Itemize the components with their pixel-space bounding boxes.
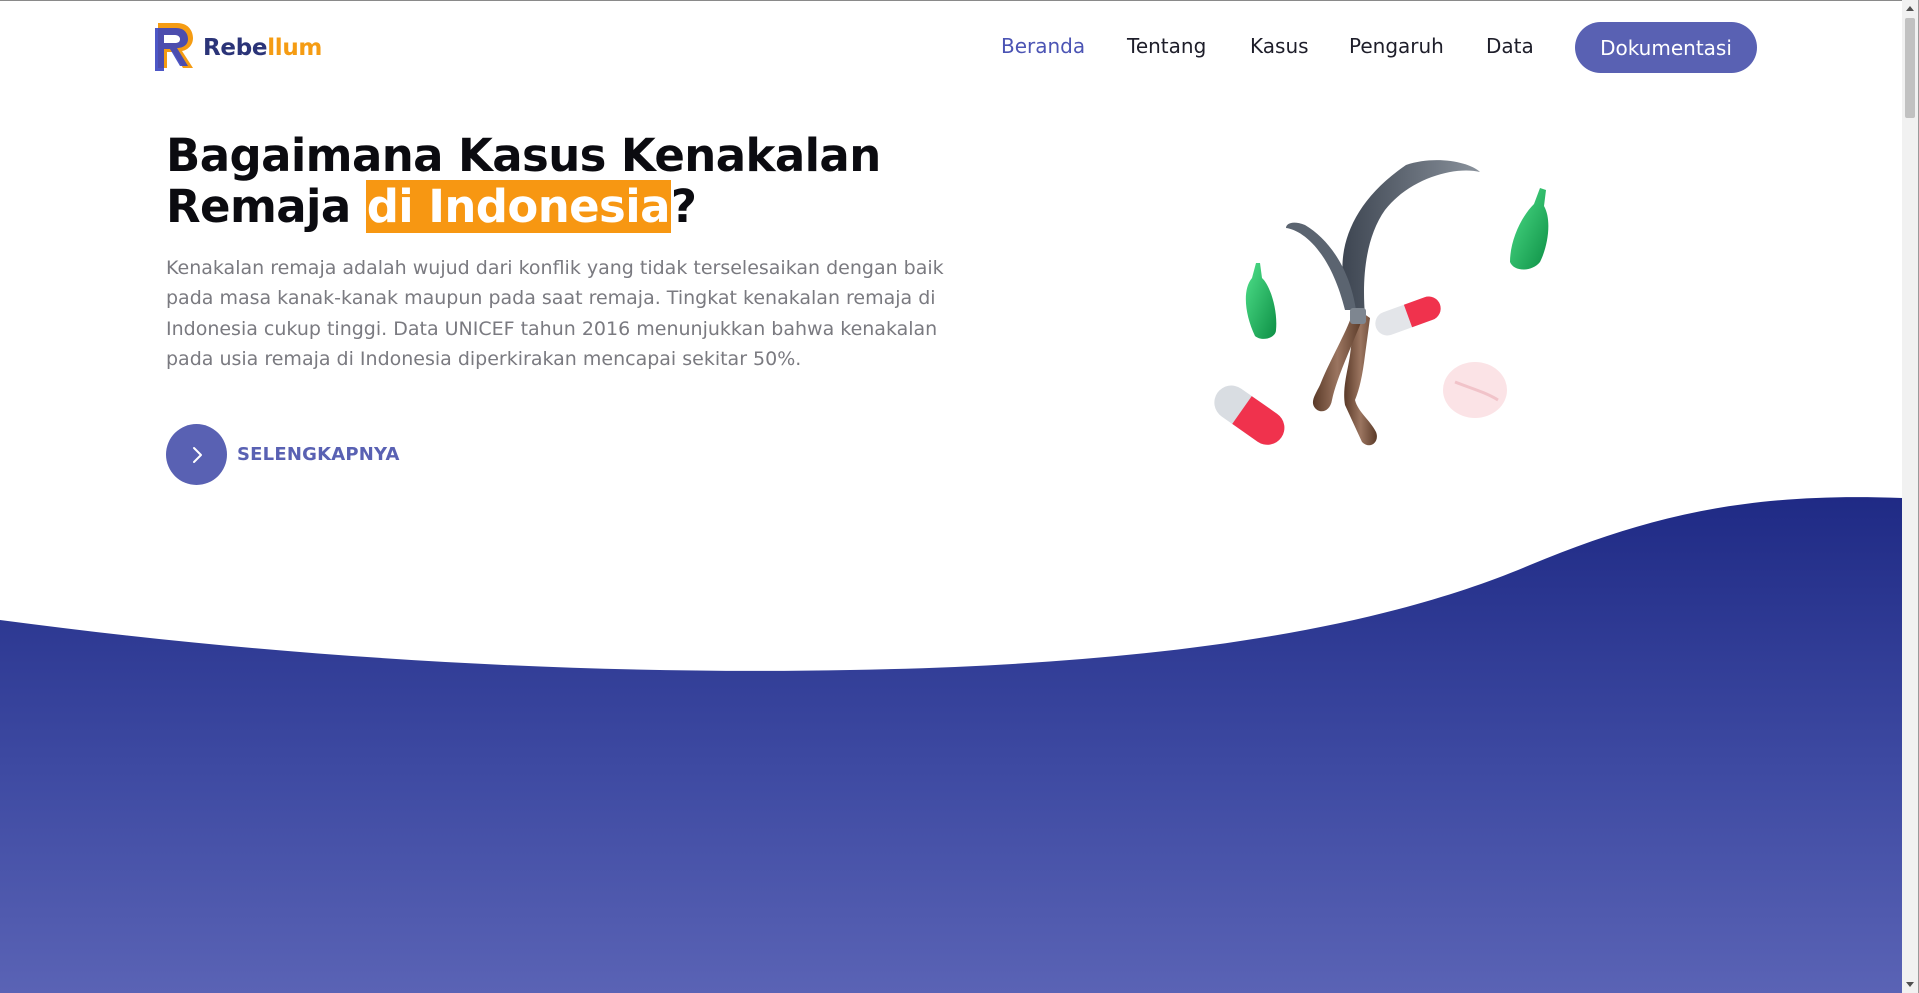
nav-item-pengaruh[interactable]: Pengaruh — [1349, 34, 1444, 58]
nav-item-kasus[interactable]: Kasus — [1250, 34, 1309, 58]
selengkapnya-label: SELENGKAPNYA — [237, 444, 400, 465]
dokumentasi-button[interactable]: Dokumentasi — [1575, 22, 1757, 73]
nav-item-tentang[interactable]: Tentang — [1127, 34, 1206, 58]
nav-item-beranda[interactable]: Beranda — [1001, 34, 1085, 58]
hero-title: Bagaimana Kasus Kenakalan Remaja di Indo… — [166, 129, 986, 233]
bottle-icon — [1245, 263, 1277, 339]
scrollbar-thumb[interactable] — [1905, 18, 1915, 118]
hero-title-suffix: ? — [670, 180, 697, 233]
scroll-down-arrow-icon[interactable] — [1902, 977, 1918, 993]
hero-description: Kenakalan remaja adalah wujud dari konfl… — [166, 257, 944, 370]
wave-section-background — [0, 497, 1902, 993]
hero-title-line1: Bagaimana Kasus Kenakalan — [166, 129, 881, 182]
hero-title-highlight: di Indonesia — [365, 180, 671, 233]
nav-item-data[interactable]: Data — [1486, 34, 1534, 58]
pill-icon — [1375, 296, 1441, 336]
hero-illustration — [1214, 160, 1549, 446]
hero-title-line2: Remaja — [166, 180, 366, 233]
scroll-up-arrow-icon[interactable] — [1902, 0, 1918, 16]
selengkapnya-link[interactable]: SELENGKAPNYA — [166, 424, 400, 485]
cta-circle-button[interactable] — [166, 424, 227, 485]
chevron-right-icon — [192, 446, 202, 463]
bottle-icon — [1510, 188, 1549, 270]
vertical-scrollbar[interactable] — [1902, 0, 1918, 993]
navbar: Rebellum Beranda Tentang Kasus Pengaruh … — [0, 0, 1900, 96]
pill-icon — [1214, 385, 1285, 445]
tablet-icon — [1443, 362, 1507, 418]
